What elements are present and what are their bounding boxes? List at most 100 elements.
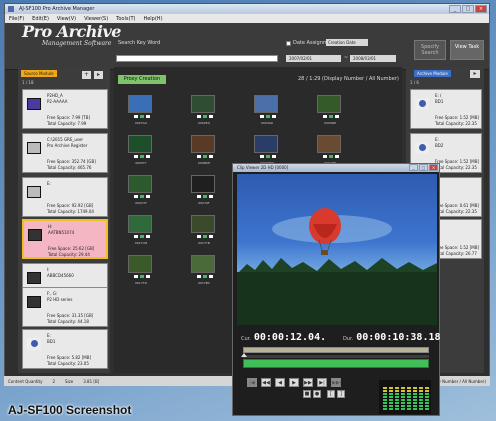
clip-thumbnail[interactable]: 0017YB <box>185 215 223 247</box>
stop-button[interactable]: ■ <box>303 390 311 398</box>
cur-label: Cur. <box>241 336 251 342</box>
proxy-status-icon <box>266 155 270 158</box>
step-forward-button[interactable]: ▶| <box>317 378 327 387</box>
card-total-capacity: Total Capacity: 44.18 <box>47 319 89 324</box>
source-card[interactable]: E: Free Space: 92.92 [GB] Total Capacity… <box>22 177 108 217</box>
clip-caption: 0017YB <box>198 241 210 245</box>
card-free-space: Free Space: 5.82 [MB] <box>47 355 92 360</box>
menu-viewer[interactable]: Viewer(S) <box>84 16 108 22</box>
expand-source-button[interactable]: ▸ <box>94 71 103 79</box>
disc-icon <box>27 338 41 350</box>
fast-forward-button[interactable]: ▶▶ <box>303 378 313 387</box>
clip-thumbnail[interactable]: 0005TY <box>122 135 160 167</box>
timeline-scrubber[interactable] <box>243 347 429 353</box>
proxy-status-icon <box>140 115 144 118</box>
specify-search-button[interactable]: Specify Search <box>414 40 446 60</box>
archive-card[interactable]: E: ( BD1 Free Space: 1.52 [MB] Total Cap… <box>410 89 482 129</box>
camera-icon <box>28 229 42 241</box>
clip-status-icon <box>134 195 138 198</box>
current-timecode: Cur. 00:00:12.04. <box>241 332 326 343</box>
mark-in-button[interactable]: [ <box>327 390 335 398</box>
view-task-button[interactable]: View Task <box>450 40 484 60</box>
clip-image <box>191 175 215 193</box>
go-to-start-button[interactable]: |◀ <box>247 378 257 387</box>
source-card[interactable]: F:, G: P2 HD series Free Space: 31.35 [G… <box>22 287 108 327</box>
date-assignment-checkbox[interactable] <box>286 40 291 46</box>
viewer-window-controls: _ □ × <box>409 164 438 171</box>
clip-status-icon <box>146 235 150 238</box>
clip-image <box>191 135 215 153</box>
rewind-button[interactable]: ◀◀ <box>261 378 271 387</box>
clip-image <box>191 255 215 273</box>
tree-line <box>237 272 437 325</box>
card-total-capacity: Total Capacity: 22.35 <box>435 121 477 126</box>
screenshot-caption: AJ-SF100 Screenshot <box>8 403 132 417</box>
source-card-selected[interactable]: H: AATBN51074 Free Space: 25.62 [GB] Tot… <box>22 219 108 259</box>
date-from-field[interactable]: 2007/02/01 <box>286 55 341 62</box>
clip-status-icon <box>209 155 213 158</box>
viewer-close-button[interactable]: × <box>429 164 438 171</box>
source-card[interactable]: P2HD_A P2-AAAAA Free Space: 7.99 [TB] To… <box>22 89 108 129</box>
audio-meter-channel <box>395 386 399 410</box>
maximize-button[interactable]: □ <box>462 5 474 13</box>
clip-thumbnail[interactable]: 000MKE <box>185 135 223 167</box>
viewer-maximize-button[interactable]: □ <box>419 164 428 171</box>
clip-status-icon <box>197 195 201 198</box>
menu-view[interactable]: View(V) <box>57 16 76 22</box>
clip-status-icon <box>146 115 150 118</box>
clip-thumbnail[interactable]: 0007GX <box>122 95 160 127</box>
hdd-icon <box>27 186 41 198</box>
card-label: P2-AAAAA <box>47 99 68 104</box>
playhead-icon[interactable] <box>241 353 247 357</box>
clip-thumbnail[interactable]: 0017CM <box>122 215 160 247</box>
clip-thumbnail[interactable]: 0017TD <box>122 255 160 287</box>
add-source-button[interactable]: + <box>82 71 91 79</box>
minimize-button[interactable]: _ <box>449 5 461 13</box>
menu-help[interactable]: Help(H) <box>143 16 162 22</box>
mark-out-button[interactable]: ] <box>337 390 345 398</box>
camera-icon <box>27 296 41 308</box>
play-button[interactable]: ▶ <box>289 378 299 387</box>
go-to-end-button[interactable]: ▶▶| <box>331 378 341 387</box>
proxy-status-icon <box>203 235 207 238</box>
clip-caption: 000C3T <box>135 201 147 205</box>
clip-thumbnail[interactable]: 0017BC <box>185 255 223 287</box>
camera-icon <box>27 272 41 284</box>
clip-thumbnail[interactable]: 00079F <box>185 175 223 207</box>
step-back-button[interactable]: ◀ <box>275 378 285 387</box>
clip-status-icon <box>323 155 327 158</box>
clip-status-icon <box>272 155 276 158</box>
viewer-minimize-button[interactable]: _ <box>409 164 418 171</box>
source-card[interactable]: E: BD1 Free Space: 5.82 [MB] Total Capac… <box>22 329 108 369</box>
proxy-status-icon <box>203 275 207 278</box>
card-total-capacity: Total Capacity: 7.99 <box>47 121 87 126</box>
viewer-title: Clip Viewer 2D HD [0000] <box>237 165 289 170</box>
transport-controls: |◀ ◀◀ ◀ ▶ ▶▶ ▶| ▶▶| ■ ● [ ] <box>247 376 377 404</box>
menu-tools[interactable]: Tools(T) <box>116 16 135 22</box>
clip-thumbnail[interactable]: 0003GR <box>248 95 286 127</box>
clip-thumbnail[interactable]: 0002EQ <box>185 95 223 127</box>
card-name: H: <box>48 224 53 229</box>
source-card[interactable]: C:\2015 GRE_user Pro Archive Register Fr… <box>22 133 108 173</box>
timeline-marker-track <box>241 353 429 358</box>
date-separator: ~ <box>344 55 349 61</box>
proxy-creation-button[interactable]: Proxy Creation <box>118 75 166 84</box>
clip-viewer-window: Clip Viewer 2D HD [0000] _ □ × Cur. 00:0… <box>232 163 441 416</box>
clip-status-icon <box>197 235 201 238</box>
clip-image <box>191 215 215 233</box>
menu-file[interactable]: File(F) <box>9 16 24 22</box>
clip-image <box>128 215 152 233</box>
dur-label: Dur. <box>343 336 354 342</box>
date-to-field[interactable]: 2008/03/01 <box>350 55 396 62</box>
clip-thumbnail[interactable]: 000C3T <box>122 175 160 207</box>
record-button[interactable]: ● <box>313 390 321 398</box>
expand-archive-button[interactable]: ▸ <box>470 70 480 78</box>
close-button[interactable]: × <box>475 5 487 13</box>
card-total-capacity: Total Capacity: 22.35 <box>435 165 477 170</box>
date-type-select[interactable]: Creation Date <box>326 39 368 46</box>
card-free-space: Free Space: 25.62 [GB] <box>48 246 95 251</box>
keyword-input[interactable] <box>116 55 278 62</box>
proxy-status-icon <box>266 115 270 118</box>
clip-thumbnail[interactable]: 0004NZ <box>311 95 349 127</box>
menu-edit[interactable]: Edit(E) <box>32 16 49 22</box>
